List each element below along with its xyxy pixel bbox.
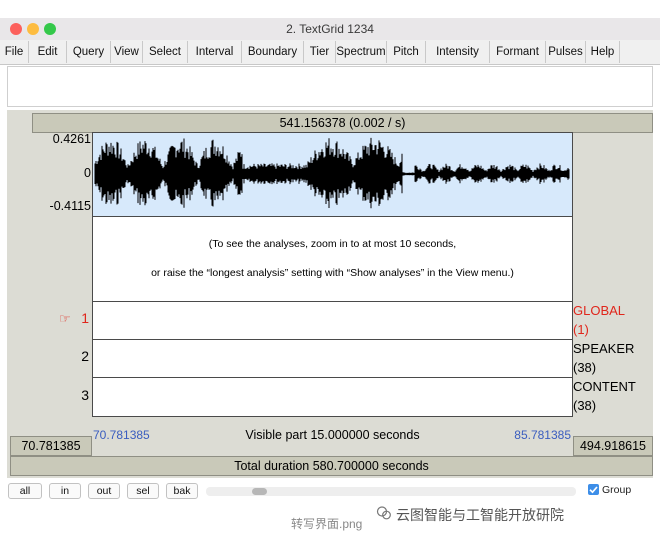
left-time-readout[interactable]: 70.781385 — [10, 436, 92, 456]
menu-formant[interactable]: Formant — [490, 41, 546, 63]
image-caption: 转写界面.png — [291, 517, 363, 531]
all-button[interactable]: all — [8, 483, 42, 499]
menu-pitch[interactable]: Pitch — [387, 41, 426, 63]
interval-text-field[interactable] — [7, 66, 653, 107]
amplitude-min-label: -0.4115 — [49, 199, 91, 213]
group-label: Group — [602, 484, 632, 496]
zoom-selection-button[interactable]: sel — [127, 483, 159, 499]
window-title: 2. TextGrid 1234 — [286, 22, 374, 36]
tier-1-area[interactable] — [92, 301, 573, 340]
watermark-text: 云图智能与工智能开放研院 — [396, 507, 564, 523]
menu-spectrum[interactable]: Spectrum — [336, 41, 387, 63]
tier-3-area[interactable] — [92, 377, 573, 417]
wechat-icon — [376, 505, 392, 521]
zoom-out-button[interactable]: out — [88, 483, 120, 499]
analysis-message-line2: or raise the “longest analysis” setting … — [151, 267, 514, 279]
tier-1-count: (1) — [573, 322, 589, 337]
tier-3-count: (38) — [573, 398, 597, 413]
tier-2-name: SPEAKER — [573, 341, 635, 356]
menu-boundary[interactable]: Boundary — [242, 41, 304, 63]
analysis-message-line1: (To see the analyses, zoom in to at most… — [208, 238, 457, 250]
menu-query[interactable]: Query — [67, 41, 111, 63]
checkmark-icon — [589, 486, 598, 494]
right-time-readout[interactable]: 494.918615 — [573, 436, 653, 456]
tier-2-count: (38) — [573, 360, 597, 375]
menu-pulses[interactable]: Pulses — [546, 41, 586, 63]
waveform-panel[interactable] — [92, 132, 573, 217]
group-checkbox[interactable] — [588, 484, 599, 495]
waveform-trace — [94, 137, 570, 209]
zoom-back-button[interactable]: bak — [166, 483, 198, 499]
cursor-time-readout[interactable]: 541.156378 (0.002 / s) — [32, 113, 653, 133]
title-bar: 2. TextGrid 1234 — [0, 18, 660, 41]
scrollbar-thumb[interactable] — [252, 488, 267, 495]
menu-tier[interactable]: Tier — [304, 41, 336, 63]
waveform — [94, 137, 570, 209]
tier-1-number[interactable]: 1 — [59, 310, 89, 326]
menu-view[interactable]: View — [111, 41, 143, 63]
editor-panel: 541.156378 (0.002 / s) 0.4261 0 -0.4115 … — [7, 110, 653, 478]
menu-select[interactable]: Select — [143, 41, 188, 63]
menu-intensity[interactable]: Intensity — [426, 41, 490, 63]
menu-help[interactable]: Help — [586, 41, 620, 63]
total-duration-bar[interactable]: Total duration 580.700000 seconds — [10, 456, 653, 476]
tier-3-number[interactable]: 3 — [59, 387, 89, 403]
menu-interval[interactable]: Interval — [188, 41, 242, 63]
amplitude-max-label: 0.4261 — [52, 132, 91, 146]
analysis-panel[interactable]: (To see the analyses, zoom in to at most… — [92, 216, 573, 302]
menu-bar: File Edit Query View Select Interval Boundary T… — [0, 40, 660, 65]
tier-1-name: GLOBAL — [573, 303, 626, 318]
tier-2-area[interactable] — [92, 339, 573, 378]
menu-file[interactable]: File — [0, 41, 29, 63]
amplitude-zero-label: 0 — [84, 166, 91, 180]
tier-3-name: CONTENT — [573, 379, 636, 394]
zoom-in-button[interactable]: in — [49, 483, 81, 499]
visible-end-time: 85.781385 — [514, 428, 571, 442]
horizontal-scrollbar[interactable] — [206, 487, 576, 496]
menu-edit[interactable]: Edit — [29, 41, 67, 63]
tier-2-number[interactable]: 2 — [59, 348, 89, 364]
